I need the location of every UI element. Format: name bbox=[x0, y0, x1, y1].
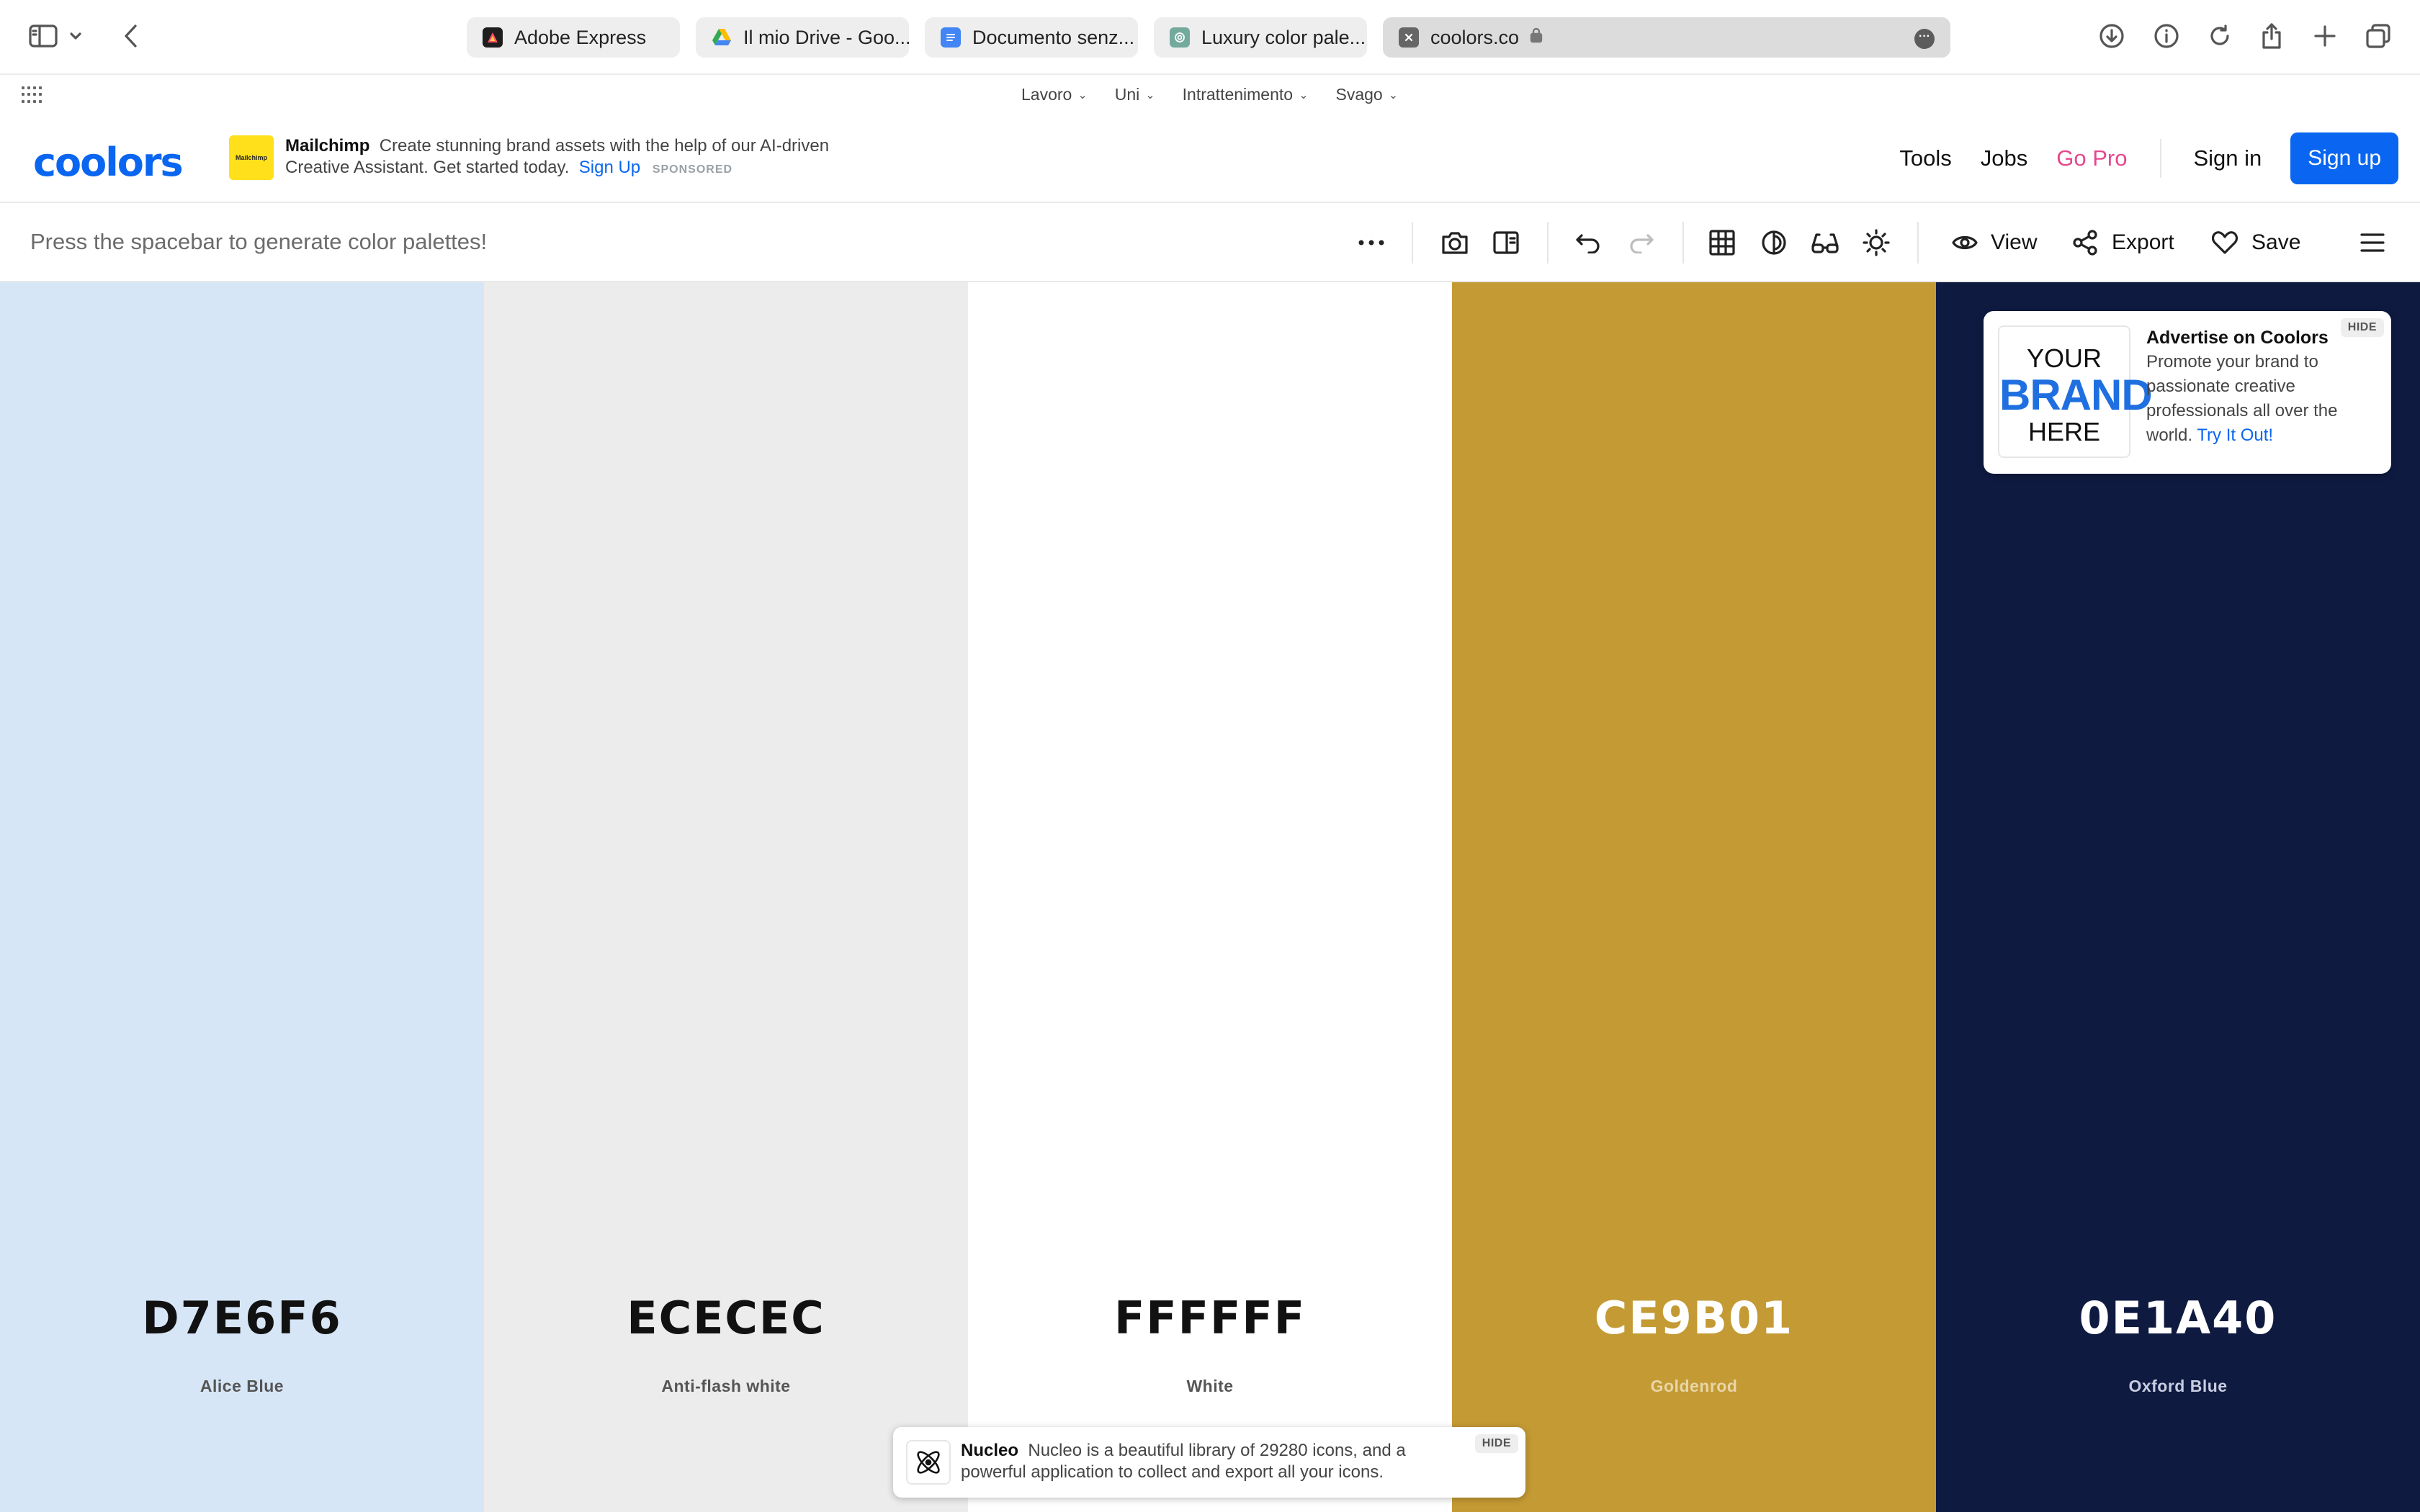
google-drive-icon bbox=[712, 27, 732, 48]
export-button[interactable]: Export bbox=[2071, 225, 2174, 261]
redo-icon[interactable] bbox=[1628, 225, 1655, 261]
nucleo-text: Nucleo is a beautiful library of 29280 i… bbox=[961, 1441, 1406, 1482]
nucleo-atom-icon[interactable] bbox=[906, 1440, 951, 1485]
bookmark-folder[interactable]: Svago ⌄ bbox=[1335, 85, 1398, 104]
color-name: Goldenrod bbox=[1650, 1377, 1738, 1395]
advert-title: Advertise on Coolors bbox=[2146, 328, 2329, 348]
sponsored-ad: Mailchimp Create stunning brand assets w… bbox=[285, 135, 847, 181]
hex-code[interactable]: CE9B01 bbox=[1452, 1292, 1936, 1344]
view-button[interactable]: View bbox=[1952, 225, 2037, 261]
tab-title: Luxury color pale... bbox=[1201, 26, 1366, 48]
nucleo-brand: Nucleo bbox=[961, 1441, 1019, 1460]
color-name: White bbox=[1186, 1377, 1234, 1395]
info-icon[interactable] bbox=[2149, 19, 2184, 53]
new-tab-icon[interactable] bbox=[2308, 19, 2342, 53]
advertise-card: YOUR BRAND HERE Advertise on Coolors Pro… bbox=[1984, 311, 2391, 474]
color-swatch[interactable]: ECECEC Anti-flash white bbox=[484, 282, 968, 1512]
split-view-icon[interactable] bbox=[1492, 225, 1520, 261]
chevron-down-icon: ⌄ bbox=[1145, 89, 1155, 102]
browser-tab[interactable]: Adobe Express bbox=[467, 17, 680, 58]
tab-overview-icon[interactable] bbox=[2361, 19, 2396, 53]
tab-title: Documento senz... bbox=[972, 26, 1135, 48]
heart-icon bbox=[2211, 231, 2238, 254]
chevron-down-icon[interactable] bbox=[65, 19, 86, 53]
google-docs-icon bbox=[941, 27, 961, 48]
adobe-express-icon bbox=[483, 27, 503, 48]
coolors-logo[interactable]: coolors bbox=[33, 140, 184, 185]
color-swatch[interactable]: CE9B01 Goldenrod bbox=[1452, 282, 1936, 1512]
ad-brand: Mailchimp bbox=[285, 136, 370, 156]
browser-tab[interactable]: Luxury color pale... bbox=[1154, 17, 1367, 58]
close-icon[interactable] bbox=[1399, 27, 1419, 48]
save-button[interactable]: Save bbox=[2211, 225, 2300, 261]
chatgpt-icon bbox=[1170, 27, 1190, 48]
lock-icon bbox=[1529, 27, 1543, 49]
browser-tab[interactable]: Documento senz... bbox=[925, 17, 1138, 58]
chevron-down-icon: ⌄ bbox=[1388, 89, 1399, 102]
grid-icon[interactable] bbox=[1708, 225, 1736, 261]
hex-code[interactable]: FFFFFF bbox=[968, 1292, 1452, 1344]
bookmark-folder[interactable]: Uni ⌄ bbox=[1115, 85, 1155, 104]
apps-grid-icon[interactable] bbox=[22, 86, 43, 104]
hex-code[interactable]: 0E1A40 bbox=[1936, 1292, 2420, 1344]
hide-ad-button[interactable]: HIDE bbox=[2340, 318, 2384, 337]
camera-icon[interactable] bbox=[1440, 225, 1469, 261]
undo-icon[interactable] bbox=[1574, 225, 1602, 261]
back-icon[interactable] bbox=[114, 19, 148, 53]
generator-toolbar: Press the spacebar to generate color pal… bbox=[0, 203, 2420, 282]
chevron-down-icon: ⌄ bbox=[1077, 89, 1088, 102]
nucleo-ad: Nucleo Nucleo is a beautiful library of … bbox=[893, 1427, 1525, 1498]
brand-placeholder-image[interactable]: YOUR BRAND HERE bbox=[1998, 325, 2153, 458]
tab-title: Il mio Drive - Goo... bbox=[743, 26, 909, 48]
hex-code[interactable]: ECECEC bbox=[484, 1292, 968, 1344]
sponsored-label: SPONSORED bbox=[652, 163, 733, 176]
ad-sign-up-link[interactable]: Sign Up bbox=[579, 158, 640, 177]
browser-tab[interactable]: Il mio Drive - Goo... bbox=[696, 17, 909, 58]
more-options-icon[interactable]: ··· bbox=[1914, 29, 1935, 49]
more-icon[interactable] bbox=[1357, 225, 1386, 261]
sign-up-button[interactable]: Sign up bbox=[2290, 132, 2398, 184]
spacebar-hint: Press the spacebar to generate color pal… bbox=[30, 229, 488, 254]
address-text[interactable]: coolors.co bbox=[1430, 27, 1519, 49]
color-name: Anti-flash white bbox=[661, 1377, 791, 1395]
site-header: coolors Mailchimp Mailchimp Create stunn… bbox=[0, 115, 2420, 203]
color-swatch[interactable]: D7E6F6 Alice Blue bbox=[0, 282, 484, 1512]
color-blindness-glasses-icon[interactable] bbox=[1811, 225, 1839, 261]
download-icon[interactable] bbox=[2094, 19, 2129, 53]
sign-in-link[interactable]: Sign in bbox=[2193, 145, 2262, 171]
hex-code[interactable]: D7E6F6 bbox=[0, 1292, 484, 1344]
try-it-out-link[interactable]: Try It Out! bbox=[2197, 426, 2273, 445]
reload-icon[interactable] bbox=[2202, 19, 2237, 53]
menu-icon[interactable] bbox=[2360, 225, 2385, 261]
color-name: Oxford Blue bbox=[2128, 1377, 2228, 1395]
nav-go-pro[interactable]: Go Pro bbox=[2056, 145, 2127, 171]
mailchimp-logo[interactable]: Mailchimp bbox=[229, 135, 274, 180]
chevron-down-icon: ⌄ bbox=[1299, 89, 1309, 102]
share-icon[interactable] bbox=[2254, 19, 2289, 53]
contrast-icon[interactable] bbox=[1760, 225, 1788, 261]
browser-chrome: Adobe Express Il mio Drive - Goo... Docu… bbox=[0, 0, 2420, 75]
bookmark-folder[interactable]: Lavoro ⌄ bbox=[1021, 85, 1088, 104]
hide-ad-button[interactable]: HIDE bbox=[1474, 1434, 1518, 1453]
color-name: Alice Blue bbox=[200, 1377, 284, 1395]
eye-icon bbox=[1952, 235, 1978, 250]
tab-title: Adobe Express bbox=[514, 26, 647, 48]
bookmark-folder[interactable]: Intrattenimento ⌄ bbox=[1183, 85, 1309, 104]
share-nodes-icon bbox=[2073, 230, 2097, 256]
divider bbox=[2160, 139, 2162, 178]
nav-tools[interactable]: Tools bbox=[1899, 145, 1951, 171]
nav-jobs[interactable]: Jobs bbox=[1981, 145, 2027, 171]
browser-tab-active[interactable]: coolors.co ··· bbox=[1383, 17, 1950, 58]
sidebar-toggle-icon[interactable] bbox=[26, 19, 60, 53]
color-swatch[interactable]: FFFFFF White bbox=[968, 282, 1452, 1512]
brightness-icon[interactable] bbox=[1863, 225, 1890, 261]
bookmarks-bar: Lavoro ⌄ Uni ⌄ Intrattenimento ⌄ Svago ⌄ bbox=[0, 75, 2420, 115]
